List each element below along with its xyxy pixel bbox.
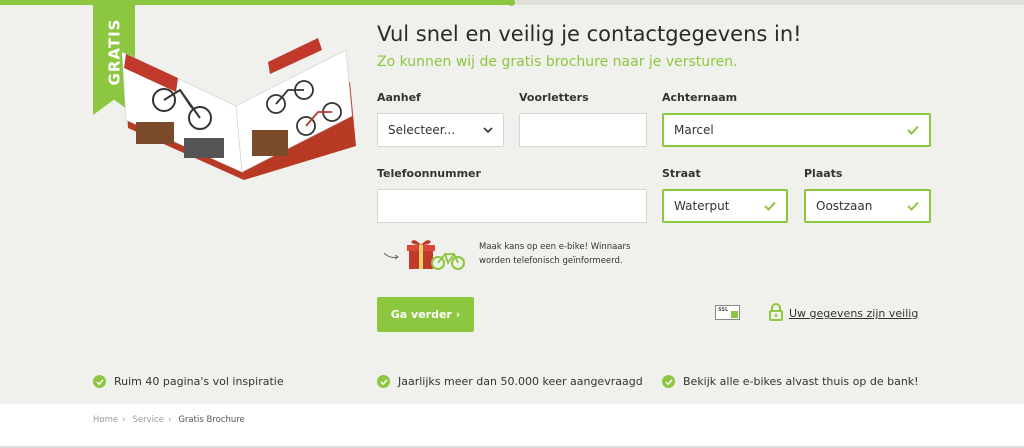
chevron-down-icon <box>483 127 493 134</box>
chevron-right-icon: › <box>167 415 172 425</box>
city-value: Oostzaan <box>816 199 873 213</box>
check-circle-icon <box>93 375 106 388</box>
page-title: Vul snel en veilig je contactgegevens in… <box>377 22 802 46</box>
initials-input[interactable] <box>530 114 646 146</box>
initials-label: Voorletters <box>519 91 589 104</box>
usp-item: Jaarlijks meer dan 50.000 keer aangevraa… <box>377 375 643 388</box>
checkmark-icon <box>907 125 919 135</box>
salutation-value: Selecteer... <box>388 123 456 137</box>
usp-item: Bekijk alle e-bikes alvast thuis op de b… <box>662 375 919 388</box>
initials-field[interactable] <box>519 113 647 147</box>
continue-button[interactable]: Ga verder › <box>377 297 474 332</box>
usp-text: Bekijk alle e-bikes alvast thuis op de b… <box>683 375 919 388</box>
usp-item: Ruim 40 pagina's vol inspiratie <box>93 375 284 388</box>
check-circle-icon <box>377 375 390 388</box>
checkmark-icon <box>764 201 776 211</box>
street-label: Straat <box>662 167 701 180</box>
phone-field[interactable] <box>377 189 647 223</box>
usp-text: Jaarlijks meer dan 50.000 keer aangevraa… <box>398 375 643 388</box>
city-label: Plaats <box>804 167 843 180</box>
page-subtitle: Zo kunnen wij de gratis brochure naar je… <box>377 54 738 70</box>
secure-data-link[interactable]: Uw gegevens zijn veilig <box>789 307 918 320</box>
street-value: Waterput <box>674 199 730 213</box>
checkmark-icon <box>907 201 919 211</box>
check-circle-icon <box>662 375 675 388</box>
salutation-label: Aanhef <box>377 91 421 104</box>
lastname-field[interactable]: Marcel <box>662 113 931 147</box>
salutation-select[interactable]: Selecteer... <box>377 113 504 147</box>
gift-bike-icon <box>383 240 465 270</box>
usp-text: Ruim 40 pagina's vol inspiratie <box>114 375 284 388</box>
lastname-value: Marcel <box>674 123 714 137</box>
progress-bar <box>0 0 512 5</box>
breadcrumb-home[interactable]: Home <box>93 415 118 425</box>
city-field[interactable]: Oostzaan <box>804 189 931 223</box>
breadcrumb-current: Gratis Brochure <box>178 415 245 425</box>
chevron-right-icon: › <box>122 415 126 425</box>
street-field[interactable]: Waterput <box>662 189 788 223</box>
brochure-image <box>121 38 356 180</box>
phone-label: Telefoonnummer <box>377 167 481 180</box>
promo-text: Maak kans op een e-bike! Winnaars worden… <box>479 242 631 266</box>
breadcrumb: Home › Service › Gratis Brochure <box>93 415 245 425</box>
ssl-badge-icon: SSL <box>715 305 740 320</box>
lock-icon <box>769 303 783 321</box>
breadcrumb-service[interactable]: Service <box>133 415 164 425</box>
phone-input[interactable] <box>388 190 646 222</box>
lastname-label: Achternaam <box>662 91 738 104</box>
